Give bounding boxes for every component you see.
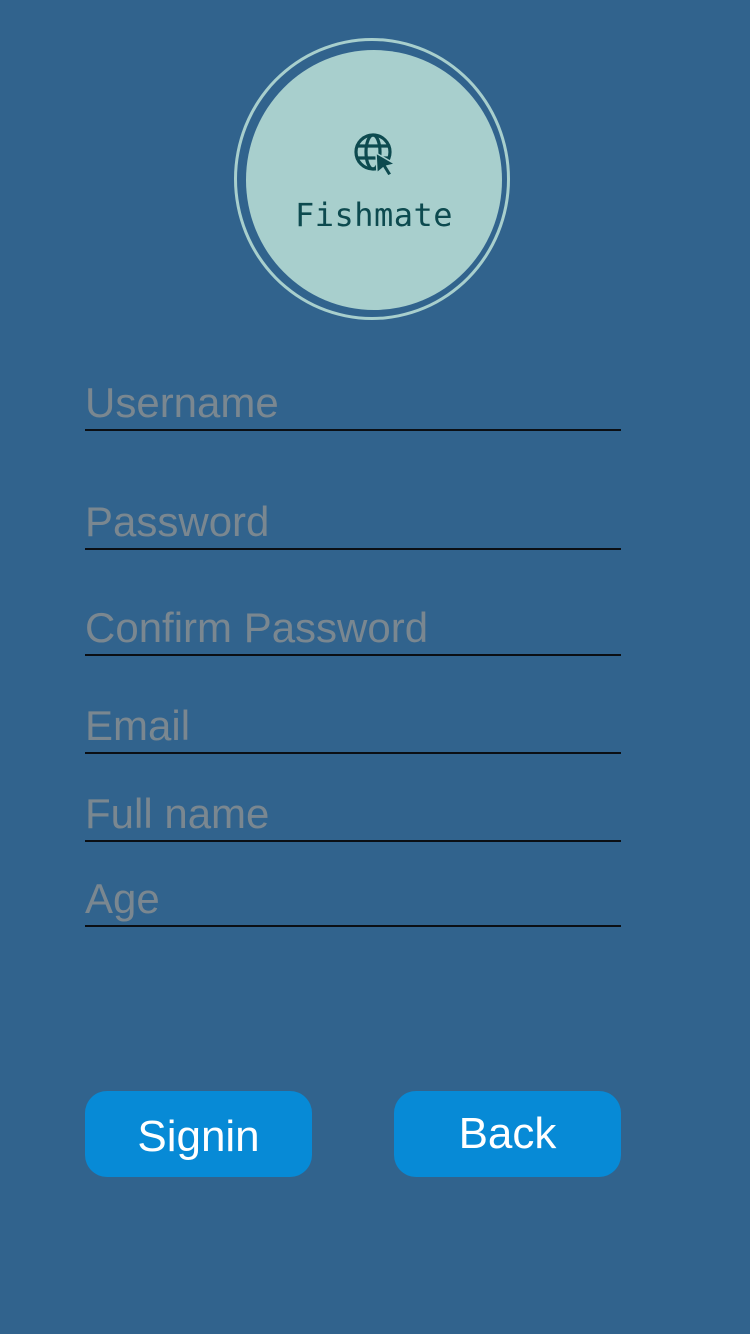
confirm-password-field[interactable]: [85, 602, 621, 654]
signin-button[interactable]: Signin: [85, 1091, 312, 1177]
full-name-field[interactable]: [85, 788, 621, 840]
globe-cursor-icon: [354, 133, 397, 177]
password-field-container: [85, 496, 621, 550]
password-field[interactable]: [85, 496, 621, 548]
logo-badge: [246, 50, 502, 310]
signin-button-label: Signin: [137, 1111, 260, 1161]
email-field[interactable]: [85, 700, 621, 752]
full-name-field-container: [85, 788, 621, 842]
confirm-password-field-container: [85, 602, 621, 656]
age-field[interactable]: [85, 873, 621, 925]
signup-screen: Fishmate Signin Back: [0, 0, 750, 1334]
app-name: Fishmate: [294, 196, 454, 234]
back-button[interactable]: Back: [394, 1091, 621, 1177]
username-field-container: [85, 377, 621, 431]
email-field-container: [85, 700, 621, 754]
username-field[interactable]: [85, 377, 621, 429]
age-field-container: [85, 873, 621, 927]
back-button-label: Back: [458, 1108, 557, 1158]
